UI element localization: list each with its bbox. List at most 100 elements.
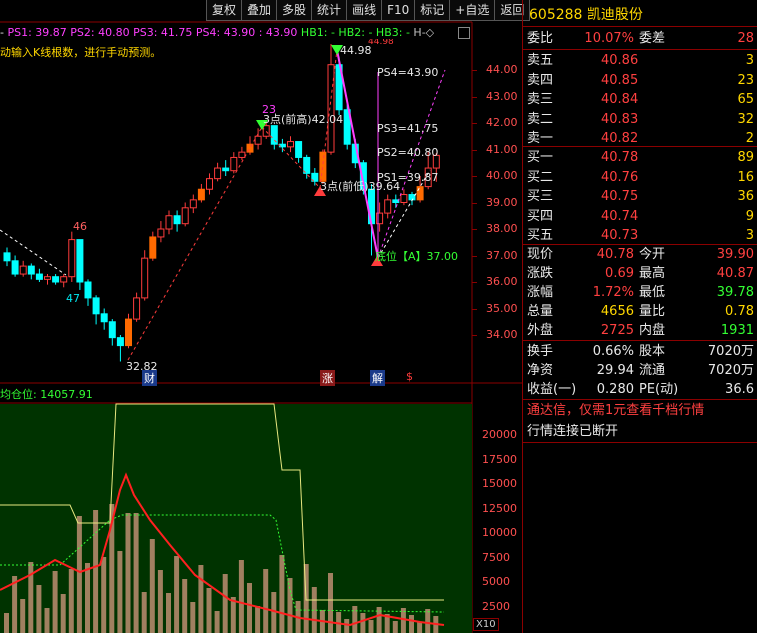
row-price: 40.75 — [601, 189, 639, 204]
toolbar-button-0[interactable]: 复权 — [206, 0, 243, 21]
fund-label: 流通 — [639, 363, 666, 378]
toolbar-button-4[interactable]: 画线 — [346, 0, 383, 21]
stock-name: 凯迪股份 — [586, 7, 643, 23]
volume-tick: 12500 — [482, 501, 517, 515]
prediction-note: 动输入K线根数，进行手动预测。 — [0, 46, 162, 59]
kline-chart[interactable] — [0, 0, 522, 633]
row-label: 卖三 — [527, 92, 554, 107]
quote-value: 40.78 — [596, 247, 634, 262]
volume-tick: 20000 — [482, 428, 517, 441]
quote-label: 最低 — [639, 285, 666, 300]
indicator-item-0: PS1: 39.87 — [7, 26, 71, 39]
quote-value: 1.72% — [592, 285, 634, 300]
price-tick: 35.00 — [486, 301, 518, 315]
bid-row[interactable]: 买四 40.74 9 — [523, 207, 757, 226]
fund-row: 净资 29.94 流通 7020万 — [523, 361, 757, 380]
quote-value: 40.87 — [716, 266, 754, 281]
notice-link[interactable]: 通达信，仅需1元查看千档行情 — [523, 401, 757, 420]
quote-label: 内盘 — [639, 323, 666, 338]
volume-tick: 17500 — [482, 452, 517, 466]
quote-label: 现价 — [527, 247, 554, 262]
quote-label: 涨跌 — [527, 266, 554, 281]
label-cai[interactable]: 财 — [142, 370, 157, 386]
quote-value: 0.78 — [725, 304, 754, 319]
row-volume: 3 — [745, 53, 754, 68]
price-tick: 34.00 — [486, 328, 518, 341]
fund-row: 收益(一) 0.280 PE(动) 36.6 — [523, 380, 757, 399]
overlay-lines — [0, 45, 446, 361]
bid-row[interactable]: 买一 40.78 89 — [523, 148, 757, 167]
label-bottom: 底位【A】37.00 — [375, 250, 459, 263]
indicator-item-7: HB3: - — [375, 26, 414, 39]
label-dollar[interactable]: $ — [406, 370, 413, 383]
fund-value: 0.66% — [592, 344, 634, 359]
ratio-label: 委比 — [527, 31, 554, 46]
row-volume: 9 — [745, 208, 754, 224]
label-zhang[interactable]: 涨 — [320, 370, 335, 386]
fund-value: 36.6 — [725, 382, 754, 397]
row-volume: 65 — [737, 92, 754, 107]
volume-tick: 15000 — [482, 477, 517, 490]
label-ps2: PS2=40.80 — [377, 146, 439, 159]
quote-row: 总量 4656 量比 0.78 — [523, 302, 757, 321]
row-price: 40.74 — [601, 208, 639, 224]
quote-value: 39.78 — [716, 285, 754, 300]
volume-tick: 7500 — [482, 550, 510, 564]
diff-value: 28 — [737, 31, 754, 46]
ask-row[interactable]: 卖四 40.85 23 — [523, 71, 757, 90]
quote-value: 2725 — [600, 323, 634, 338]
connection-status: 行情连接已断开 — [527, 424, 619, 439]
price-tick: 36.00 — [486, 275, 518, 288]
quote-row: 现价 40.78 今开 39.90 — [523, 245, 757, 264]
bid-row[interactable]: 买三 40.75 36 — [523, 187, 757, 206]
indicator-values: - PS1: 39.87 PS2: 40.80 PS3: 41.75 PS4: … — [0, 26, 434, 39]
position-subchart — [0, 403, 472, 633]
label-peak-clipped: 44.98 — [368, 39, 394, 44]
toolbar-button-6[interactable]: 标记 — [414, 0, 451, 21]
row-price: 40.84 — [601, 92, 639, 107]
indicator-item-8: H-◇ — [413, 26, 435, 39]
toolbar-button-1[interactable]: 叠加 — [241, 0, 278, 21]
label-peak: 44.98 — [340, 44, 372, 57]
row-price: 40.85 — [601, 72, 639, 88]
row-label: 买一 — [527, 150, 554, 165]
label-jie[interactable]: 解 — [370, 370, 385, 386]
quote-value: 1931 — [720, 323, 754, 338]
label-ps3: PS3=41.75 — [377, 122, 439, 135]
fund-label: 收益(一) — [527, 382, 577, 397]
fund-label: PE(动) — [639, 382, 679, 397]
toolbar-button-5[interactable]: F10 — [381, 0, 416, 21]
price-tick: 44.00 — [486, 63, 518, 76]
quote-panel: 605288 凯迪股份 委比 10.07% 委差 28 卖五 40.86 3 卖四 40… — [522, 0, 757, 633]
subchart-title: 均仓位: 14057.91 — [0, 388, 93, 401]
price-tick: 43.00 — [486, 89, 518, 103]
ask-row[interactable]: 卖二 40.83 32 — [523, 110, 757, 129]
fund-label: 净资 — [527, 363, 554, 378]
volume-axis: 20000 17500 15000 12500 10000 7500 5000 2500 — [472, 403, 522, 633]
label-46: 46 — [73, 220, 87, 233]
stock-code: 605288 — [529, 7, 583, 23]
quote-row: 涨幅 1.72% 最低 39.78 — [523, 283, 757, 302]
toolbar-button-3[interactable]: 统计 — [311, 0, 348, 21]
row-label: 卖二 — [527, 111, 554, 127]
bid-row[interactable]: 买五 40.73 3 — [523, 226, 757, 245]
ask-row[interactable]: 卖五 40.86 3 — [523, 51, 757, 70]
price-tick: 38.00 — [486, 222, 518, 235]
toolbar-button-2[interactable]: 多股 — [276, 0, 313, 21]
price-tick: 39.00 — [486, 195, 518, 209]
row-label: 买三 — [527, 189, 554, 204]
label-ps4: PS4=43.90 — [377, 66, 439, 79]
row-volume: 36 — [737, 189, 754, 204]
volume-tick: 10000 — [482, 526, 517, 539]
fund-label: 换手 — [527, 344, 554, 359]
ask-row[interactable]: 卖三 40.84 65 — [523, 90, 757, 109]
fund-value: 0.280 — [596, 382, 634, 397]
row-volume: 3 — [745, 228, 754, 243]
quote-label: 外盘 — [527, 323, 554, 338]
expand-icon[interactable] — [458, 27, 470, 39]
row-volume: 32 — [737, 111, 754, 127]
volume-tick: 5000 — [482, 575, 510, 588]
bid-row[interactable]: 买二 40.76 16 — [523, 168, 757, 187]
quote-row: 外盘 2725 内盘 1931 — [523, 321, 757, 340]
row-price: 40.73 — [601, 228, 639, 243]
